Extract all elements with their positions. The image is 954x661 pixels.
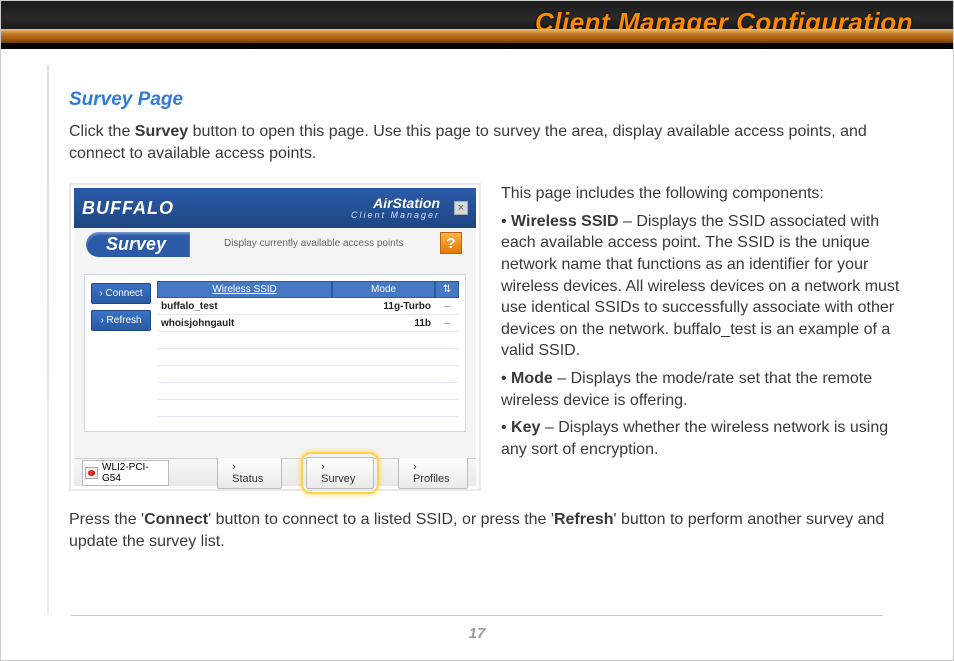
table-row[interactable]: whoisjohngault 11b – [157, 315, 459, 332]
desc-item-mode: • Mode – Displays the mode/rate set that… [501, 368, 911, 411]
closing-b: ' button to connect to a listed SSID, or… [208, 511, 554, 528]
refresh-button[interactable]: › Refresh [91, 310, 151, 331]
screenshot-frame: BUFFALO AirStation Client Manager × Surv… [69, 183, 481, 491]
document-page: Client Manager Configuration Survey Page… [0, 0, 954, 661]
brand-logo: BUFFALO [82, 198, 174, 219]
table-row [157, 383, 459, 400]
disconnect-icon [85, 467, 98, 479]
connect-button[interactable]: › Connect [91, 283, 151, 304]
survey-tab[interactable]: › Survey [306, 457, 374, 489]
screenshot: BUFFALO AirStation Client Manager × Surv… [74, 188, 476, 486]
side-buttons: › Connect › Refresh [85, 275, 157, 431]
closing-bold-connect: Connect [144, 511, 208, 528]
desc-item-key: • Key – Displays whether the wireless ne… [501, 417, 911, 460]
table-row [157, 332, 459, 349]
col-key[interactable]: ⇅ [435, 281, 459, 298]
intro-text-post: button to open this page. Use this page … [69, 123, 867, 162]
brand-right-group: AirStation Client Manager × [351, 197, 468, 219]
desc-item-text: Displays the mode/rate set that the remo… [501, 370, 872, 409]
table-row [157, 400, 459, 417]
closing-paragraph: Press the 'Connect' button to connect to… [69, 509, 911, 553]
product-name: AirStation Client Manager [351, 197, 440, 219]
table-row [157, 349, 459, 366]
cell-mode: 11g-Turbo [334, 301, 435, 312]
close-icon[interactable]: × [454, 201, 468, 215]
col-ssid[interactable]: Wireless SSID [157, 281, 332, 298]
two-column-row: BUFFALO AirStation Client Manager × Surv… [69, 183, 911, 491]
device-name: WLI2-PCI-G54 [102, 462, 162, 484]
profiles-tab[interactable]: › Profiles [398, 457, 468, 489]
survey-pill: Survey [86, 232, 190, 257]
desc-item-ssid: • Wireless SSID – Displays the SSID asso… [501, 211, 911, 362]
closing-a: Press the ' [69, 511, 144, 528]
intro-paragraph: Click the Survey button to open this pag… [69, 121, 911, 165]
footer-rule [71, 615, 883, 616]
col-mode[interactable]: Mode [332, 281, 435, 298]
desc-lead: This page includes the following compone… [501, 183, 911, 205]
product-top: AirStation [351, 197, 440, 210]
cell-ssid: whoisjohngault [157, 318, 334, 329]
cell-mode: 11b [334, 318, 435, 329]
header-band: Client Manager Configuration [1, 1, 953, 49]
screenshot-body: Survey Display currently available acces… [74, 228, 476, 458]
cell-key: – [435, 301, 459, 312]
table-row[interactable]: buffalo_test 11g-Turbo – [157, 298, 459, 315]
content-area: Survey Page Click the Survey button to o… [45, 71, 931, 620]
intro-text-pre: Click the [69, 123, 135, 140]
cell-key: – [435, 318, 459, 329]
screenshot-subtitle: Display currently available access point… [224, 238, 404, 249]
ap-table: Wireless SSID Mode ⇅ buffalo_test 11g-Tu… [157, 275, 465, 431]
desc-item-label: Mode [511, 370, 553, 387]
screenshot-titlebar: BUFFALO AirStation Client Manager × [74, 188, 476, 228]
status-tab[interactable]: › Status [217, 457, 282, 489]
table-row [157, 366, 459, 383]
product-sub: Client Manager [351, 211, 440, 220]
device-chip[interactable]: WLI2-PCI-G54 [82, 460, 169, 486]
cell-ssid: buffalo_test [157, 301, 334, 312]
section-title: Survey Page [69, 89, 911, 111]
screenshot-panel: › Connect › Refresh Wireless SSID Mode ⇅ [84, 274, 466, 432]
desc-item-label: Wireless SSID [511, 213, 618, 230]
desc-item-text: Displays whether the wireless network is… [501, 419, 888, 458]
desc-item-text: Displays the SSID associated with each a… [501, 213, 899, 360]
desc-item-label: Key [511, 419, 540, 436]
description-column: This page includes the following compone… [501, 183, 911, 466]
table-header: Wireless SSID Mode ⇅ [157, 281, 459, 298]
page-number: 17 [1, 625, 953, 642]
intro-bold-survey: Survey [135, 123, 188, 140]
help-icon[interactable]: ? [440, 232, 462, 254]
closing-bold-refresh: Refresh [554, 511, 614, 528]
header-title: Client Manager Configuration [535, 7, 913, 38]
screenshot-footer: WLI2-PCI-G54 › Status › Survey › Profile… [74, 458, 476, 486]
